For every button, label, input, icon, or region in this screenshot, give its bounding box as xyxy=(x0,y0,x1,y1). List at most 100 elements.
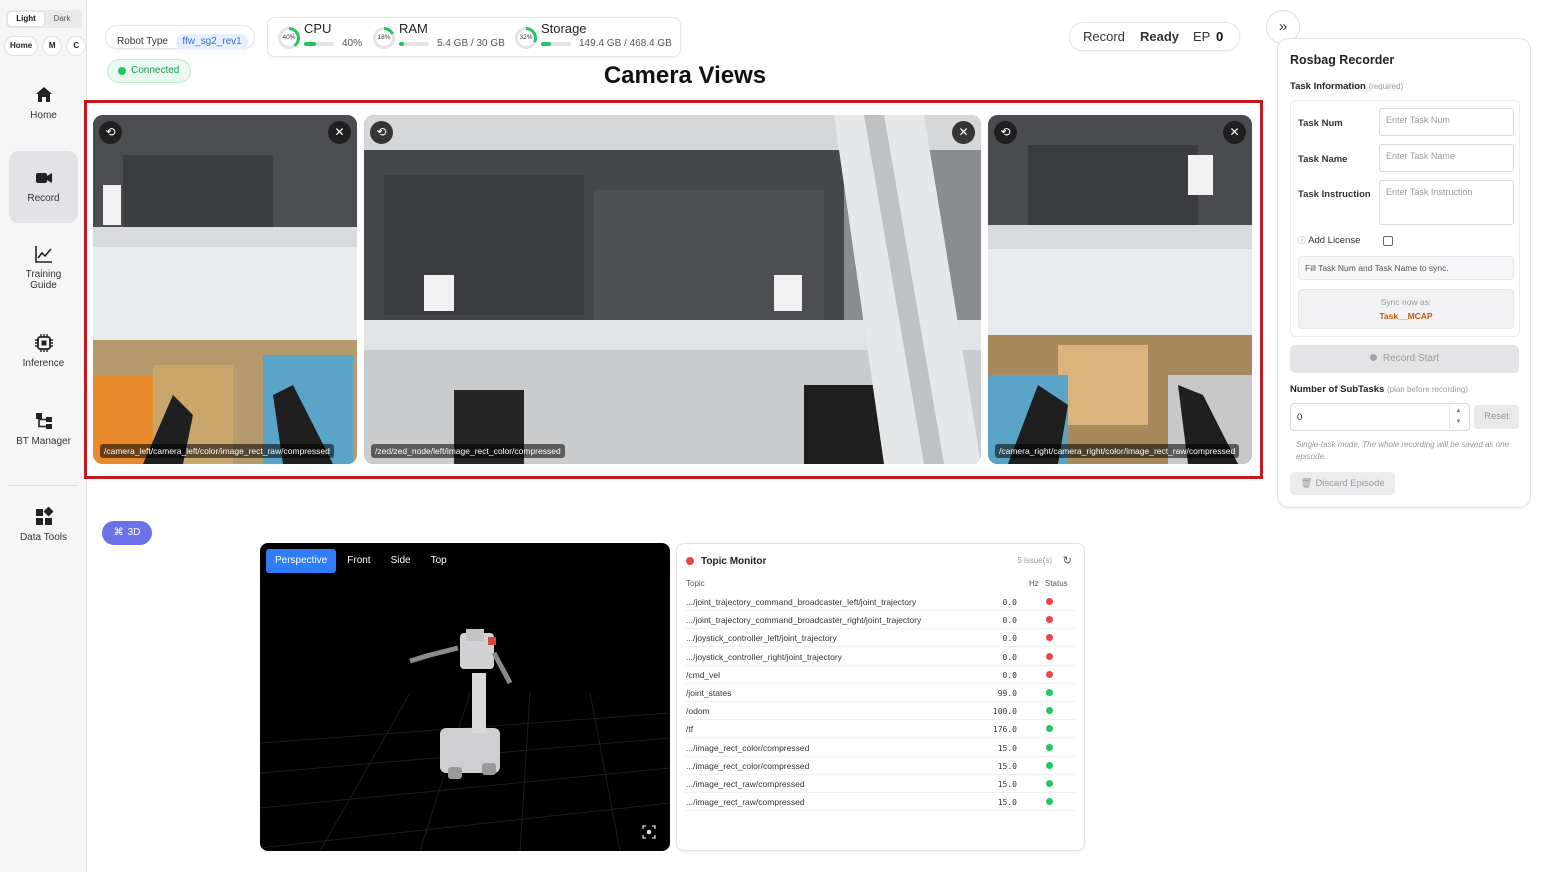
toggle-3d-button[interactable]: ⌘ 3D xyxy=(102,521,152,545)
quick-home-button[interactable]: Home xyxy=(4,36,39,56)
cpu-title: CPU xyxy=(304,21,332,36)
topic-status-dot xyxy=(1046,798,1053,806)
topic-row[interactable]: .../image_rect_color/compressed 15.0 xyxy=(685,757,1075,775)
topic-row[interactable]: .../joint_trajectory_command_broadcaster… xyxy=(685,593,1075,611)
theme-toggle[interactable]: Light Dark xyxy=(6,10,82,28)
camera-feed-left[interactable]: ⟲ ✕ /camera_left/camera_left/color/image… xyxy=(93,115,357,464)
topic-row[interactable]: /joint_states 99.0 xyxy=(685,684,1075,702)
sidebar-item-label: BT Manager xyxy=(16,436,71,447)
sync-now-button[interactable]: Sync now as: Task__MCAP xyxy=(1298,289,1514,329)
close-camera-button[interactable]: ✕ xyxy=(328,121,351,144)
sidebar-item-data-tools[interactable]: Data Tools xyxy=(9,507,78,555)
sidebar-item-record[interactable]: Record xyxy=(9,151,78,223)
topic-status-dot xyxy=(1046,670,1053,678)
sidebar-item-bt-manager[interactable]: BT Manager xyxy=(9,411,78,459)
grid-icon xyxy=(35,507,53,525)
topic-status-dot xyxy=(1046,634,1053,642)
trash-icon: 🗑 xyxy=(1300,478,1313,489)
tab-side[interactable]: Side xyxy=(382,549,420,573)
topic-row[interactable]: .../image_rect_raw/compressed 15.0 xyxy=(685,775,1075,793)
topic-status-dot xyxy=(1046,689,1053,696)
rotate-icon: ⟲ xyxy=(376,125,387,139)
topic-row[interactable]: .../image_rect_color/compressed 15.0 xyxy=(685,739,1075,757)
record-dot-icon xyxy=(1369,354,1377,361)
topic-row[interactable]: /tf 176.0 xyxy=(685,720,1075,739)
sync-name: Task__MCAP xyxy=(1379,311,1433,321)
topic-row[interactable]: .../joint_trajectory_command_broadcaster… xyxy=(685,611,1075,630)
topic-name: /joint_states xyxy=(686,688,732,698)
camera-feed-right[interactable]: ⟲ ✕ /camera_right/camera_right/color/ima… xyxy=(988,115,1252,464)
rotate-camera-button[interactable]: ⟲ xyxy=(994,121,1017,144)
status-dot-icon xyxy=(118,67,126,75)
topic-status-dot xyxy=(1046,761,1053,769)
tab-top[interactable]: Top xyxy=(422,549,456,573)
topic-row[interactable]: /odom 100.0 xyxy=(685,702,1075,721)
task-info-box: Task Num Enter Task Num Task Name Enter … xyxy=(1290,100,1520,337)
camera-left-image xyxy=(93,115,357,464)
rotate-camera-button[interactable]: ⟲ xyxy=(370,121,393,144)
storage-bar xyxy=(541,42,571,46)
col-status-header: Status xyxy=(1045,579,1068,588)
rotate-camera-button[interactable]: ⟲ xyxy=(99,121,122,144)
tab-front[interactable]: Front xyxy=(338,549,379,573)
refresh-icon: ↻ xyxy=(1062,555,1072,567)
topic-name: /tf xyxy=(686,724,694,735)
subtasks-stepper[interactable]: ▲ ▼ xyxy=(1449,406,1467,428)
focus-icon xyxy=(642,825,656,839)
quick-c-button[interactable]: C xyxy=(66,36,87,56)
ram-gauge-label: 18% xyxy=(376,30,392,46)
topic-hz: 176.0 xyxy=(992,725,1017,735)
storage-value: 149.4 GB / 468.4 GB xyxy=(579,38,672,49)
close-icon: ✕ xyxy=(1229,125,1240,139)
storage-bar-fill xyxy=(541,42,551,46)
col-topic-header: Topic xyxy=(686,579,705,588)
sidebar-item-home[interactable]: Home xyxy=(9,85,78,135)
topic-row[interactable]: .../joystick_controller_right/joint_traj… xyxy=(685,648,1075,666)
theme-light-option[interactable]: Light xyxy=(8,12,44,26)
add-license-checkbox[interactable] xyxy=(1383,236,1393,246)
home-icon xyxy=(35,87,52,102)
topic-hz: 100.0 xyxy=(992,707,1017,717)
reset-button[interactable]: Reset xyxy=(1474,405,1519,429)
camera-feed-center[interactable]: ⟲ ✕ /zed/zed_node/left/image_rect_color/… xyxy=(364,115,981,464)
subtasks-count-input[interactable]: 0 ▲ ▼ xyxy=(1290,403,1470,431)
focus-view-button[interactable] xyxy=(642,825,656,839)
subtasks-count-value: 0 xyxy=(1297,412,1303,423)
discard-episode-button[interactable]: 🗑 Discard Episode xyxy=(1290,472,1395,495)
record-start-button[interactable]: Record Start xyxy=(1290,345,1519,373)
topic-row[interactable]: .../joystick_controller_left/joint_traje… xyxy=(685,629,1075,648)
topic-hz: 15.0 xyxy=(997,798,1017,808)
topic-row[interactable]: /cmd_vel 0.0 xyxy=(685,666,1075,684)
chevrons-right-icon: » xyxy=(1278,18,1288,35)
close-camera-button[interactable]: ✕ xyxy=(952,121,975,144)
topic-hz: 15.0 xyxy=(997,761,1017,771)
topic-row[interactable]: .../image_rect_raw/compressed 15.0 xyxy=(685,793,1075,812)
task-info-heading: Task Information (required) xyxy=(1290,81,1403,92)
task-name-label: Task Name xyxy=(1298,154,1348,165)
theme-dark-option[interactable]: Dark xyxy=(44,12,80,26)
task-instruction-input[interactable]: Enter Task Instruction xyxy=(1379,180,1514,225)
refresh-button[interactable]: ↻ xyxy=(1063,554,1072,567)
tab-perspective[interactable]: Perspective xyxy=(266,549,337,573)
record-start-label: Record Start xyxy=(1382,353,1440,364)
sidebar-item-inference[interactable]: Inference xyxy=(9,333,78,381)
storage-gauge-label: 32% xyxy=(518,30,534,46)
task-num-label: Task Num xyxy=(1298,118,1343,129)
topic-hz: 15.0 xyxy=(997,743,1017,753)
task-num-input[interactable]: Enter Task Num xyxy=(1379,108,1514,136)
robot-3d-viewer[interactable]: Perspective Front Side Top xyxy=(260,543,670,851)
episode-count: 0 xyxy=(1216,29,1224,44)
grid-floor xyxy=(260,629,670,851)
topic-hz: 0.0 xyxy=(1002,634,1017,644)
quick-m-button[interactable]: M xyxy=(42,36,63,56)
close-camera-button[interactable]: ✕ xyxy=(1223,121,1246,144)
topic-name: .../joystick_controller_left/joint_traje… xyxy=(686,633,837,644)
sidebar-item-training-guide[interactable]: Training Guide xyxy=(9,244,78,300)
cpu-value: 40% xyxy=(342,38,363,49)
cpu-gauge-label: 40% xyxy=(281,30,297,46)
task-info-note: (required) xyxy=(1368,82,1404,91)
task-name-input[interactable]: Enter Task Name xyxy=(1379,144,1514,172)
connection-status-badge: Connected xyxy=(107,59,191,83)
discard-episode-label: Discard Episode xyxy=(1315,478,1385,489)
robot-type-value[interactable]: ffw_sg2_rev1 xyxy=(176,34,248,49)
